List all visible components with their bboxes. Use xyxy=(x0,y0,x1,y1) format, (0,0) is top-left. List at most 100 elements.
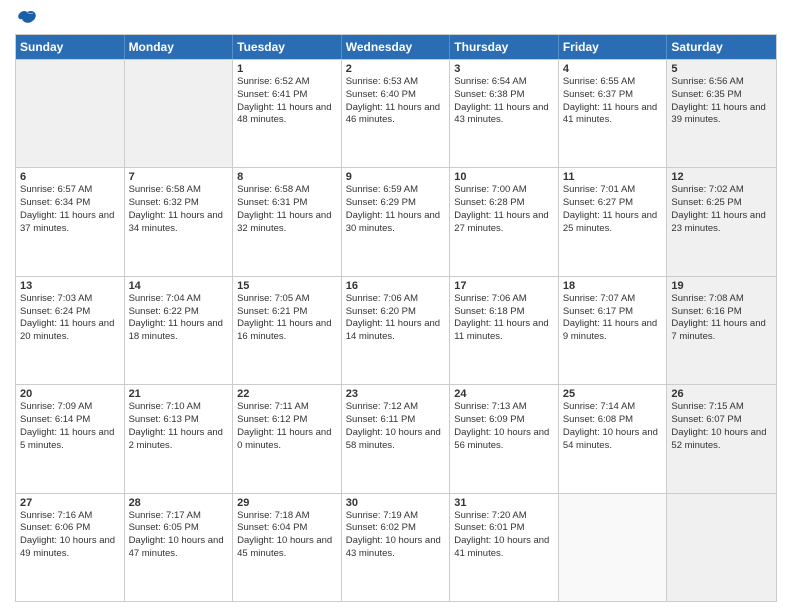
day-number: 21 xyxy=(129,388,229,400)
day-number: 17 xyxy=(454,280,554,292)
calendar-body: 1Sunrise: 6:52 AM Sunset: 6:41 PM Daylig… xyxy=(16,59,776,601)
cal-header-wednesday: Wednesday xyxy=(342,35,451,59)
day-number: 19 xyxy=(671,280,772,292)
day-number: 3 xyxy=(454,63,554,75)
day-number: 29 xyxy=(237,497,337,509)
cal-week-5: 27Sunrise: 7:16 AM Sunset: 6:06 PM Dayli… xyxy=(16,493,776,601)
cal-cell: 24Sunrise: 7:13 AM Sunset: 6:09 PM Dayli… xyxy=(450,385,559,492)
day-number: 16 xyxy=(346,280,446,292)
day-number: 20 xyxy=(20,388,120,400)
cal-cell: 30Sunrise: 7:19 AM Sunset: 6:02 PM Dayli… xyxy=(342,494,451,601)
logo-bird-icon xyxy=(17,10,37,26)
day-number: 18 xyxy=(563,280,663,292)
day-info: Sunrise: 7:11 AM Sunset: 6:12 PM Dayligh… xyxy=(237,401,337,452)
cal-header-tuesday: Tuesday xyxy=(233,35,342,59)
day-info: Sunrise: 7:09 AM Sunset: 6:14 PM Dayligh… xyxy=(20,401,120,452)
day-info: Sunrise: 7:15 AM Sunset: 6:07 PM Dayligh… xyxy=(671,401,772,452)
day-info: Sunrise: 7:07 AM Sunset: 6:17 PM Dayligh… xyxy=(563,293,663,344)
day-number: 31 xyxy=(454,497,554,509)
cal-header-saturday: Saturday xyxy=(667,35,776,59)
cal-cell: 18Sunrise: 7:07 AM Sunset: 6:17 PM Dayli… xyxy=(559,277,668,384)
day-info: Sunrise: 7:06 AM Sunset: 6:18 PM Dayligh… xyxy=(454,293,554,344)
cal-cell xyxy=(16,60,125,167)
day-info: Sunrise: 6:58 AM Sunset: 6:31 PM Dayligh… xyxy=(237,184,337,235)
day-number: 6 xyxy=(20,171,120,183)
day-number: 25 xyxy=(563,388,663,400)
cal-cell: 22Sunrise: 7:11 AM Sunset: 6:12 PM Dayli… xyxy=(233,385,342,492)
cal-cell: 9Sunrise: 6:59 AM Sunset: 6:29 PM Daylig… xyxy=(342,168,451,275)
day-number: 22 xyxy=(237,388,337,400)
day-number: 12 xyxy=(671,171,772,183)
day-number: 11 xyxy=(563,171,663,183)
cal-cell: 17Sunrise: 7:06 AM Sunset: 6:18 PM Dayli… xyxy=(450,277,559,384)
cal-cell: 23Sunrise: 7:12 AM Sunset: 6:11 PM Dayli… xyxy=(342,385,451,492)
cal-cell: 3Sunrise: 6:54 AM Sunset: 6:38 PM Daylig… xyxy=(450,60,559,167)
cal-cell: 12Sunrise: 7:02 AM Sunset: 6:25 PM Dayli… xyxy=(667,168,776,275)
day-number: 4 xyxy=(563,63,663,75)
cal-week-4: 20Sunrise: 7:09 AM Sunset: 6:14 PM Dayli… xyxy=(16,384,776,492)
day-info: Sunrise: 7:12 AM Sunset: 6:11 PM Dayligh… xyxy=(346,401,446,452)
cal-week-2: 6Sunrise: 6:57 AM Sunset: 6:34 PM Daylig… xyxy=(16,167,776,275)
day-number: 2 xyxy=(346,63,446,75)
cal-cell: 8Sunrise: 6:58 AM Sunset: 6:31 PM Daylig… xyxy=(233,168,342,275)
day-info: Sunrise: 7:05 AM Sunset: 6:21 PM Dayligh… xyxy=(237,293,337,344)
cal-cell: 4Sunrise: 6:55 AM Sunset: 6:37 PM Daylig… xyxy=(559,60,668,167)
day-number: 8 xyxy=(237,171,337,183)
cal-cell: 5Sunrise: 6:56 AM Sunset: 6:35 PM Daylig… xyxy=(667,60,776,167)
cal-cell: 14Sunrise: 7:04 AM Sunset: 6:22 PM Dayli… xyxy=(125,277,234,384)
day-info: Sunrise: 7:01 AM Sunset: 6:27 PM Dayligh… xyxy=(563,184,663,235)
day-info: Sunrise: 7:16 AM Sunset: 6:06 PM Dayligh… xyxy=(20,510,120,561)
cal-cell: 16Sunrise: 7:06 AM Sunset: 6:20 PM Dayli… xyxy=(342,277,451,384)
day-number: 28 xyxy=(129,497,229,509)
cal-cell: 20Sunrise: 7:09 AM Sunset: 6:14 PM Dayli… xyxy=(16,385,125,492)
cal-cell: 21Sunrise: 7:10 AM Sunset: 6:13 PM Dayli… xyxy=(125,385,234,492)
day-info: Sunrise: 7:18 AM Sunset: 6:04 PM Dayligh… xyxy=(237,510,337,561)
cal-cell: 13Sunrise: 7:03 AM Sunset: 6:24 PM Dayli… xyxy=(16,277,125,384)
cal-cell: 29Sunrise: 7:18 AM Sunset: 6:04 PM Dayli… xyxy=(233,494,342,601)
cal-cell: 10Sunrise: 7:00 AM Sunset: 6:28 PM Dayli… xyxy=(450,168,559,275)
day-info: Sunrise: 7:17 AM Sunset: 6:05 PM Dayligh… xyxy=(129,510,229,561)
cal-cell: 19Sunrise: 7:08 AM Sunset: 6:16 PM Dayli… xyxy=(667,277,776,384)
cal-cell: 28Sunrise: 7:17 AM Sunset: 6:05 PM Dayli… xyxy=(125,494,234,601)
day-number: 10 xyxy=(454,171,554,183)
day-info: Sunrise: 6:59 AM Sunset: 6:29 PM Dayligh… xyxy=(346,184,446,235)
day-info: Sunrise: 6:54 AM Sunset: 6:38 PM Dayligh… xyxy=(454,76,554,127)
day-info: Sunrise: 7:04 AM Sunset: 6:22 PM Dayligh… xyxy=(129,293,229,344)
cal-cell: 2Sunrise: 6:53 AM Sunset: 6:40 PM Daylig… xyxy=(342,60,451,167)
cal-cell: 27Sunrise: 7:16 AM Sunset: 6:06 PM Dayli… xyxy=(16,494,125,601)
day-info: Sunrise: 7:14 AM Sunset: 6:08 PM Dayligh… xyxy=(563,401,663,452)
cal-cell: 1Sunrise: 6:52 AM Sunset: 6:41 PM Daylig… xyxy=(233,60,342,167)
cal-cell xyxy=(667,494,776,601)
cal-header-monday: Monday xyxy=(125,35,234,59)
cal-cell xyxy=(559,494,668,601)
calendar: SundayMondayTuesdayWednesdayThursdayFrid… xyxy=(15,34,777,602)
cal-header-friday: Friday xyxy=(559,35,668,59)
cal-cell: 15Sunrise: 7:05 AM Sunset: 6:21 PM Dayli… xyxy=(233,277,342,384)
cal-cell: 7Sunrise: 6:58 AM Sunset: 6:32 PM Daylig… xyxy=(125,168,234,275)
header xyxy=(15,10,777,26)
page: SundayMondayTuesdayWednesdayThursdayFrid… xyxy=(0,0,792,612)
day-info: Sunrise: 7:03 AM Sunset: 6:24 PM Dayligh… xyxy=(20,293,120,344)
day-number: 7 xyxy=(129,171,229,183)
day-info: Sunrise: 7:19 AM Sunset: 6:02 PM Dayligh… xyxy=(346,510,446,561)
day-number: 27 xyxy=(20,497,120,509)
day-number: 13 xyxy=(20,280,120,292)
day-info: Sunrise: 6:52 AM Sunset: 6:41 PM Dayligh… xyxy=(237,76,337,127)
day-info: Sunrise: 7:13 AM Sunset: 6:09 PM Dayligh… xyxy=(454,401,554,452)
cal-cell: 25Sunrise: 7:14 AM Sunset: 6:08 PM Dayli… xyxy=(559,385,668,492)
cal-cell: 6Sunrise: 6:57 AM Sunset: 6:34 PM Daylig… xyxy=(16,168,125,275)
day-number: 15 xyxy=(237,280,337,292)
cal-week-1: 1Sunrise: 6:52 AM Sunset: 6:41 PM Daylig… xyxy=(16,59,776,167)
cal-header-sunday: Sunday xyxy=(16,35,125,59)
day-info: Sunrise: 7:08 AM Sunset: 6:16 PM Dayligh… xyxy=(671,293,772,344)
day-info: Sunrise: 7:02 AM Sunset: 6:25 PM Dayligh… xyxy=(671,184,772,235)
day-number: 24 xyxy=(454,388,554,400)
day-info: Sunrise: 6:57 AM Sunset: 6:34 PM Dayligh… xyxy=(20,184,120,235)
day-info: Sunrise: 7:20 AM Sunset: 6:01 PM Dayligh… xyxy=(454,510,554,561)
day-info: Sunrise: 7:00 AM Sunset: 6:28 PM Dayligh… xyxy=(454,184,554,235)
day-info: Sunrise: 7:10 AM Sunset: 6:13 PM Dayligh… xyxy=(129,401,229,452)
calendar-header-row: SundayMondayTuesdayWednesdayThursdayFrid… xyxy=(16,35,776,59)
cal-cell xyxy=(125,60,234,167)
day-number: 26 xyxy=(671,388,772,400)
logo xyxy=(15,10,37,26)
